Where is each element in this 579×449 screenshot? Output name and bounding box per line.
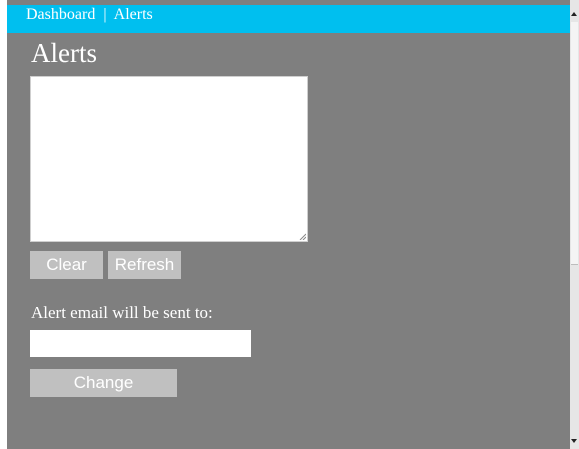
chevron-down-icon[interactable] <box>571 439 577 443</box>
alert-email-input[interactable] <box>30 330 251 357</box>
chevron-up-icon[interactable] <box>571 12 577 16</box>
page-title: Alerts <box>31 38 97 68</box>
resize-grip-icon[interactable] <box>299 233 306 240</box>
breadcrumb-separator: | <box>103 6 107 23</box>
alerts-textarea[interactable] <box>30 76 308 242</box>
alert-email-label: Alert email will be sent to: <box>31 303 213 322</box>
vertical-scrollbar[interactable] <box>570 0 579 449</box>
refresh-button[interactable]: Refresh <box>108 251 181 279</box>
change-email-button[interactable]: Change <box>30 369 177 397</box>
breadcrumb-dashboard-link[interactable]: Dashboard <box>26 6 95 23</box>
breadcrumb-alerts-link[interactable]: Alerts <box>114 6 153 23</box>
breadcrumb: Dashboard | Alerts <box>26 5 153 25</box>
scrollbar-thumb[interactable] <box>571 22 578 265</box>
clear-button[interactable]: Clear <box>30 251 103 279</box>
